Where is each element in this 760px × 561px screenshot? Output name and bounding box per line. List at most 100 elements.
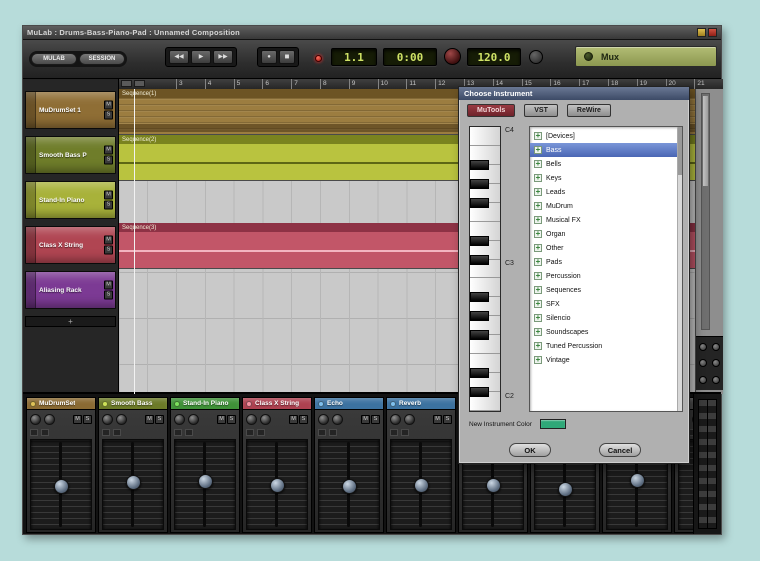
strip-option-button[interactable] xyxy=(257,428,265,436)
strip-option-button[interactable] xyxy=(113,428,121,436)
instrument-item[interactable]: + Organ xyxy=(530,227,682,241)
black-key[interactable] xyxy=(470,197,489,208)
black-key[interactable] xyxy=(470,178,489,189)
solo-button[interactable]: S xyxy=(104,155,113,165)
instrument-item[interactable]: + Silencio xyxy=(530,311,682,325)
instrument-item[interactable]: + Tuned Percussion xyxy=(530,339,682,353)
instrument-item[interactable]: + Musical FX xyxy=(530,213,682,227)
volume-fader[interactable] xyxy=(102,439,164,530)
scrollbar-thumb[interactable] xyxy=(703,96,708,186)
instrument-item[interactable]: + SFX xyxy=(530,297,682,311)
zoom-knob[interactable] xyxy=(712,359,721,368)
strip-header[interactable]: Stand-In Piano xyxy=(171,398,239,410)
zoom-knob[interactable] xyxy=(712,343,721,352)
track-grip[interactable] xyxy=(26,182,36,218)
track-grip[interactable] xyxy=(26,272,36,308)
mute-button[interactable]: M xyxy=(104,235,113,245)
gain-knob[interactable] xyxy=(188,414,199,425)
track-item[interactable]: Stand-In Piano M S xyxy=(25,181,116,219)
track-item[interactable]: Class X String M S xyxy=(25,226,116,264)
volume-fader[interactable] xyxy=(318,439,380,530)
gain-knob[interactable] xyxy=(44,414,55,425)
strip-option-button[interactable] xyxy=(329,428,337,436)
pan-knob[interactable] xyxy=(102,414,113,425)
black-key[interactable] xyxy=(470,254,489,265)
strip-header[interactable]: Class X String xyxy=(243,398,311,410)
solo-button[interactable]: S xyxy=(299,415,308,424)
zoom-knob[interactable] xyxy=(698,375,707,384)
gain-knob[interactable] xyxy=(404,414,415,425)
black-key[interactable] xyxy=(470,159,489,170)
black-key[interactable] xyxy=(470,330,489,341)
piano-keyboard[interactable] xyxy=(469,126,501,412)
transport-button[interactable]: ▶ xyxy=(191,50,211,64)
mute-button[interactable]: M xyxy=(73,415,82,424)
solo-button[interactable]: S xyxy=(227,415,236,424)
pan-knob[interactable] xyxy=(390,414,401,425)
instrument-item[interactable]: + [Devices] xyxy=(530,129,682,143)
ok-button[interactable]: OK xyxy=(509,443,551,457)
gain-knob[interactable] xyxy=(332,414,343,425)
dialog-tab[interactable]: MuTools xyxy=(467,104,516,117)
cancel-button[interactable]: Cancel xyxy=(599,443,641,457)
mode-button[interactable]: SESSION xyxy=(79,53,125,65)
record-button[interactable]: ● xyxy=(261,50,277,64)
minimize-button[interactable] xyxy=(697,28,706,37)
strip-option-button[interactable] xyxy=(41,428,49,436)
list-scrollbar[interactable] xyxy=(677,127,682,411)
pan-knob[interactable] xyxy=(30,414,41,425)
solo-button[interactable]: S xyxy=(83,415,92,424)
window-titlebar[interactable]: MuLab : Drums-Bass-Piano-Pad : Unnamed C… xyxy=(23,26,721,40)
strip-option-button[interactable] xyxy=(318,428,326,436)
color-swatch[interactable] xyxy=(539,419,566,429)
strip-option-button[interactable] xyxy=(390,428,398,436)
mute-button[interactable]: M xyxy=(217,415,226,424)
vertical-scrollbar[interactable] xyxy=(701,93,710,330)
white-key[interactable] xyxy=(470,127,500,146)
strip-option-button[interactable] xyxy=(30,428,38,436)
track-grip[interactable] xyxy=(26,137,36,173)
pan-knob[interactable] xyxy=(246,414,257,425)
zoom-knob[interactable] xyxy=(712,375,721,384)
strip-option-button[interactable] xyxy=(185,428,193,436)
strip-header[interactable]: Smooth Bass xyxy=(99,398,167,410)
add-track-button[interactable]: + xyxy=(25,316,116,327)
solo-button[interactable]: S xyxy=(371,415,380,424)
mute-button[interactable]: M xyxy=(104,190,113,200)
instrument-item[interactable]: + MuDrum xyxy=(530,199,682,213)
black-key[interactable] xyxy=(470,311,489,322)
black-key[interactable] xyxy=(470,235,489,246)
instrument-item[interactable]: + Bells xyxy=(530,157,682,171)
zoom-knob[interactable] xyxy=(698,343,707,352)
volume-fader[interactable] xyxy=(246,439,308,530)
gain-knob[interactable] xyxy=(116,414,127,425)
instrument-item[interactable]: + Other xyxy=(530,241,682,255)
track-item[interactable]: Aliasing Rack M S xyxy=(25,271,116,309)
mute-button[interactable]: M xyxy=(289,415,298,424)
dialog-tab[interactable]: ReWire xyxy=(566,104,611,117)
volume-fader[interactable] xyxy=(30,439,92,530)
mute-button[interactable]: M xyxy=(361,415,370,424)
track-grip[interactable] xyxy=(26,92,36,128)
track-item[interactable]: MuDrumSet 1 M S xyxy=(25,91,116,129)
dialog-titlebar[interactable]: Choose Instrument xyxy=(459,87,689,100)
instrument-item[interactable]: + Sequences xyxy=(530,283,682,297)
mute-button[interactable]: M xyxy=(104,145,113,155)
loop-start-button[interactable] xyxy=(121,80,132,87)
mux-panel[interactable]: Mux xyxy=(575,46,717,67)
playhead[interactable] xyxy=(134,89,135,394)
strip-option-button[interactable] xyxy=(174,428,182,436)
volume-fader[interactable] xyxy=(390,439,452,530)
mute-button[interactable]: M xyxy=(104,280,113,290)
solo-button[interactable]: S xyxy=(104,290,113,300)
black-key[interactable] xyxy=(470,387,489,398)
strip-option-button[interactable] xyxy=(102,428,110,436)
instrument-item[interactable]: + Soundscapes xyxy=(530,325,682,339)
dialog-tab[interactable]: VST xyxy=(524,104,558,117)
instrument-item[interactable]: + Percussion xyxy=(530,269,682,283)
instrument-item[interactable]: + Bass xyxy=(530,143,682,157)
transport-button[interactable]: ◀◀ xyxy=(169,50,189,64)
record-button[interactable]: ◼ xyxy=(279,50,295,64)
tap-tempo-button[interactable] xyxy=(529,50,543,64)
instrument-item[interactable]: + Leads xyxy=(530,185,682,199)
